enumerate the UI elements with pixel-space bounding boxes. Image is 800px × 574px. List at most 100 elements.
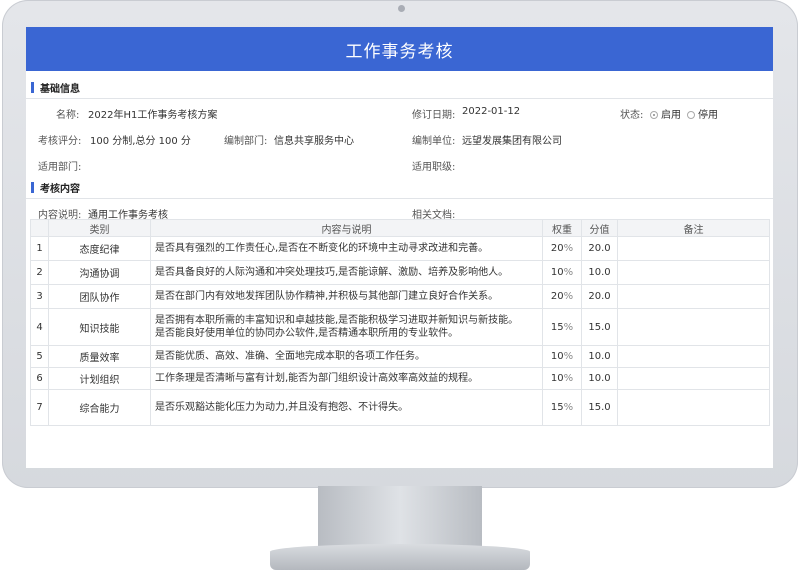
name-value[interactable]: 2022年H1工作事务考核方案 <box>88 106 217 121</box>
table-row[interactable]: 3 团队协作 是否在部门内有效地发挥团队协作精神,并积极与其他部门建立良好合作关… <box>30 284 770 309</box>
row-number: 2 <box>30 260 49 285</box>
row-note[interactable] <box>617 367 770 390</box>
weight-value: 15 <box>550 402 564 413</box>
table-row[interactable]: 4 知识技能 是否拥有本职所需的丰富知识和卓越技能,是否能积极学习进取并新知识与… <box>30 308 770 346</box>
percent-unit: % <box>563 351 574 362</box>
row-description: 是否能优质、高效、准确、全面地完成本职的各项工作任务。 <box>150 345 543 368</box>
row-number: 7 <box>30 389 49 426</box>
assessment-table: 类别 内容与说明 权重 分值 备注 1 态度纪律 是否具有强烈的工作责任心,是否… <box>30 219 770 426</box>
row-category: 团队协作 <box>48 284 151 309</box>
row-category: 综合能力 <box>48 389 151 426</box>
score-label: 考核评分: <box>38 136 82 147</box>
row-number: 1 <box>30 236 49 261</box>
row-score: 10.0 <box>581 345 618 368</box>
page-title: 工作事务考核 <box>26 27 773 71</box>
row-score: 10.0 <box>581 367 618 390</box>
status-disabled-label[interactable]: 停用 <box>698 110 718 121</box>
row-score: 20.0 <box>581 236 618 261</box>
table-row[interactable]: 7 综合能力 是否乐观豁达能化压力为动力,并且没有抱怨、不计得失。 15% 15… <box>30 389 770 426</box>
row-number: 4 <box>30 308 49 346</box>
percent-unit: % <box>563 291 574 302</box>
percent-unit: % <box>563 373 574 384</box>
monitor-stand-neck <box>318 486 482 548</box>
row-category: 沟通协调 <box>48 260 151 285</box>
row-description: 工作条理是否清晰与富有计划,能否为部门组织设计高效率高效益的规程。 <box>150 367 543 390</box>
row-note[interactable] <box>617 236 770 261</box>
row-weight[interactable]: 20% <box>542 284 582 309</box>
row-number: 3 <box>30 284 49 309</box>
section-basic-info: 基础信息 <box>26 77 773 99</box>
apply-dept-label: 适用部门: <box>38 162 82 173</box>
col-header-score: 分值 <box>581 219 618 237</box>
description-line: 是否拥有本职所需的丰富知识和卓越技能,是否能积极学习进取并新知识与新技能。 <box>155 315 519 326</box>
status-enabled-label[interactable]: 启用 <box>661 110 681 121</box>
form-row-name: 名称: 2022年H1工作事务考核方案 修订日期: 2022-01-12 状态:… <box>26 99 773 125</box>
row-note[interactable] <box>617 284 770 309</box>
revise-date-value[interactable]: 2022-01-12 <box>462 106 520 117</box>
table-row[interactable]: 6 计划组织 工作条理是否清晰与富有计划,能否为部门组织设计高效率高效益的规程。… <box>30 367 770 390</box>
section-marker-icon <box>31 182 34 193</box>
table-row[interactable]: 2 沟通协调 是否具备良好的人际沟通和冲突处理技巧,是否能谅解、激励、培养及影响… <box>30 260 770 285</box>
row-category: 态度纪律 <box>48 236 151 261</box>
status-radio-group: 启用 停用 <box>644 106 718 121</box>
row-note[interactable] <box>617 260 770 285</box>
col-header-description: 内容与说明 <box>150 219 543 237</box>
revise-date-label: 修订日期: <box>412 110 456 121</box>
table-row[interactable]: 1 态度纪律 是否具有强烈的工作责任心,是否在不断变化的环境中主动寻求改进和完善… <box>30 236 770 261</box>
row-note[interactable] <box>617 389 770 426</box>
percent-unit: % <box>563 243 574 254</box>
row-description: 是否在部门内有效地发挥团队协作精神,并积极与其他部门建立良好合作关系。 <box>150 284 543 309</box>
table-row[interactable]: 5 质量效率 是否能优质、高效、准确、全面地完成本职的各项工作任务。 10% 1… <box>30 345 770 368</box>
row-category: 知识技能 <box>48 308 151 346</box>
row-weight[interactable]: 20% <box>542 236 582 261</box>
row-number: 6 <box>30 367 49 390</box>
row-note[interactable] <box>617 308 770 346</box>
row-number: 5 <box>30 345 49 368</box>
col-header-weight: 权重 <box>542 219 582 237</box>
form-row-score: 考核评分: 100 分制,总分 100 分 编制部门: 信息共享服务中心 编制单… <box>26 125 773 151</box>
percent-unit: % <box>563 267 574 278</box>
row-weight[interactable]: 15% <box>542 389 582 426</box>
row-weight[interactable]: 15% <box>542 308 582 346</box>
radio-enabled-icon[interactable] <box>650 111 658 119</box>
section-assessment-content: 考核内容 <box>26 177 773 199</box>
row-description: 是否具有强烈的工作责任心,是否在不断变化的环境中主动寻求改进和完善。 <box>150 236 543 261</box>
row-description: 是否乐观豁达能化压力为动力,并且没有抱怨、不计得失。 <box>150 389 543 426</box>
row-note[interactable] <box>617 345 770 368</box>
weight-value: 10 <box>550 267 564 278</box>
col-header-no <box>30 219 49 237</box>
section-marker-icon <box>31 82 34 93</box>
apply-level-label: 适用职级: <box>412 162 456 173</box>
weight-value: 10 <box>550 373 564 384</box>
weight-value: 10 <box>550 351 564 362</box>
row-category: 计划组织 <box>48 367 151 390</box>
camera-icon <box>398 5 405 12</box>
radio-disabled-icon[interactable] <box>687 111 695 119</box>
section-title: 基础信息 <box>40 84 80 95</box>
section-title: 考核内容 <box>40 184 80 195</box>
table-header-row: 类别 内容与说明 权重 分值 备注 <box>30 219 770 237</box>
row-score: 20.0 <box>581 284 618 309</box>
row-weight[interactable]: 10% <box>542 367 582 390</box>
monitor-stand-base <box>270 544 530 570</box>
app-screen: 工作事务考核 基础信息 名称: 2022年H1工作事务考核方案 修订日期: 20… <box>26 27 773 468</box>
row-score: 15.0 <box>581 308 618 346</box>
percent-unit: % <box>563 321 574 333</box>
weight-value: 15 <box>550 321 564 333</box>
row-weight[interactable]: 10% <box>542 260 582 285</box>
row-score: 10.0 <box>581 260 618 285</box>
monitor-mockup: 工作事务考核 基础信息 名称: 2022年H1工作事务考核方案 修订日期: 20… <box>0 0 800 574</box>
description-line: 是否能良好使用单位的协同办公软件,是否精通本职所用的专业软件。 <box>155 328 459 339</box>
unit-label: 编制单位: <box>412 136 456 147</box>
col-header-note: 备注 <box>617 219 770 237</box>
row-weight[interactable]: 10% <box>542 345 582 368</box>
score-value[interactable]: 100 分制,总分 100 分 <box>90 132 191 147</box>
col-header-category: 类别 <box>48 219 151 237</box>
unit-value[interactable]: 远望发展集团有限公司 <box>462 132 562 147</box>
row-score: 15.0 <box>581 389 618 426</box>
status-label: 状态: <box>620 110 644 121</box>
name-label: 名称: <box>56 110 80 121</box>
dept-value[interactable]: 信息共享服务中心 <box>274 132 354 147</box>
form-row-apply: 适用部门: 适用职级: <box>26 151 773 177</box>
dept-label: 编制部门: <box>224 136 268 147</box>
